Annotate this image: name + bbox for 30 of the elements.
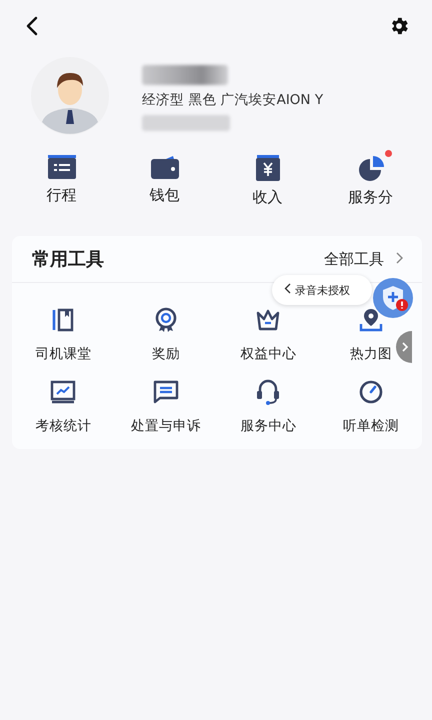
back-icon[interactable] — [24, 16, 40, 36]
tool-label[interactable]: 考核统计 — [35, 417, 92, 435]
entry-label[interactable]: 服务分 — [348, 188, 393, 207]
tool-label[interactable]: 听单检测 — [342, 417, 399, 435]
entry-label[interactable]: 行程 — [46, 186, 76, 205]
tool-label[interactable]: 处置与申诉 — [130, 417, 201, 435]
wallet-icon[interactable] — [150, 154, 180, 180]
chevron-icon[interactable] — [284, 283, 291, 294]
permission-text[interactable]: 录音未授权 — [295, 282, 350, 298]
headset-icon[interactable] — [255, 379, 282, 405]
tool-label[interactable]: 奖励 — [152, 345, 180, 363]
tool-label[interactable]: 权益中心 — [240, 345, 296, 363]
permission-pill[interactable]: 录音未授权 — [272, 275, 372, 305]
trend-chart-icon[interactable] — [50, 379, 76, 405]
shield-alert-icon[interactable] — [372, 277, 414, 319]
section-title: 常用工具 — [32, 248, 104, 271]
message-icon[interactable] — [152, 379, 179, 405]
entry-label[interactable]: 收入 — [252, 188, 282, 207]
collapse-handle-icon[interactable] — [396, 331, 412, 363]
crown-icon[interactable] — [255, 307, 282, 333]
map-pin-icon[interactable] — [358, 307, 384, 333]
list-card-icon[interactable] — [46, 154, 76, 180]
vehicle-info: 经济型 黑色 广汽埃安AION Y — [142, 91, 324, 109]
medal-icon[interactable] — [152, 307, 179, 333]
gauge-icon[interactable] — [358, 379, 384, 405]
tool-label[interactable]: 服务中心 — [240, 417, 296, 435]
tool-label[interactable]: 司机课堂 — [35, 345, 92, 363]
all-tools-link[interactable]: 全部工具 — [324, 250, 384, 268]
tool-label[interactable]: 热力图 — [350, 345, 392, 363]
entry-label[interactable]: 钱包 — [150, 186, 180, 205]
